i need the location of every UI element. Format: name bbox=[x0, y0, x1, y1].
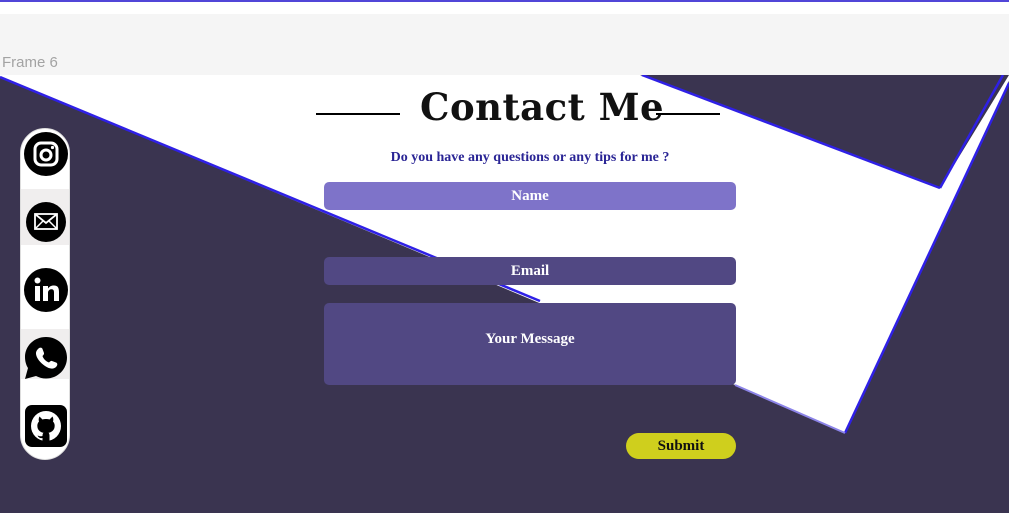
frame-label: Frame 6 bbox=[2, 54, 58, 71]
social-sidebar bbox=[20, 128, 70, 460]
mail-icon[interactable] bbox=[23, 199, 69, 245]
linkedin-icon[interactable] bbox=[23, 267, 69, 313]
top-border-line bbox=[0, 0, 1009, 2]
submit-button[interactable]: Submit bbox=[626, 433, 736, 459]
contact-frame: Contact Me Do you have any questions or … bbox=[0, 75, 1009, 513]
message-field[interactable]: Your Message bbox=[324, 303, 736, 385]
instagram-icon[interactable] bbox=[23, 131, 69, 177]
title-line-left bbox=[316, 113, 400, 115]
title-line-right bbox=[656, 113, 720, 115]
page-title: Contact Me bbox=[420, 85, 665, 129]
background-shapes bbox=[0, 75, 1009, 513]
email-field[interactable]: Email bbox=[324, 257, 736, 285]
title-row: Contact Me bbox=[316, 85, 736, 133]
subtitle: Do you have any questions or any tips fo… bbox=[390, 150, 670, 165]
whatsapp-icon[interactable] bbox=[23, 335, 69, 381]
github-icon[interactable] bbox=[23, 403, 69, 449]
name-field[interactable]: Name bbox=[324, 182, 736, 210]
